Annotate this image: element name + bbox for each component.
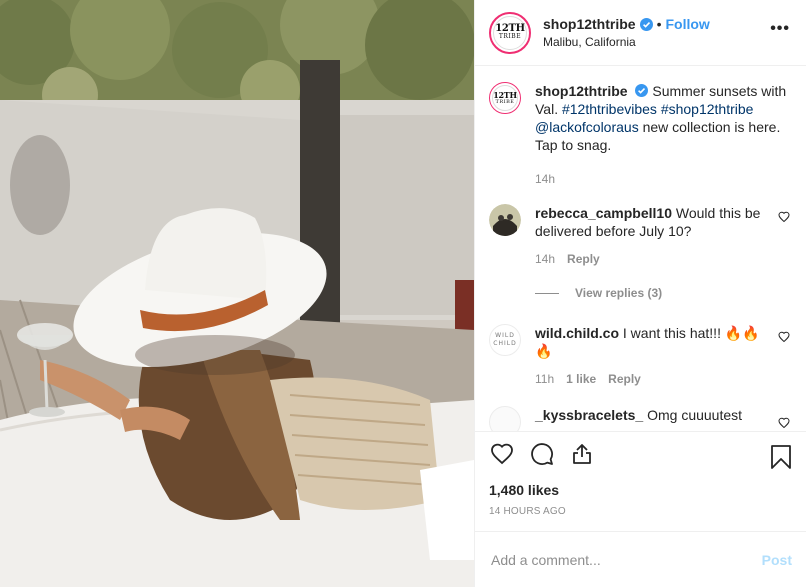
comments-section[interactable]: 12TH TRIBE shop12thtribe Summer sunsets … xyxy=(475,66,806,431)
post-header: 12TH TRIBE shop12thtribe • Follow Malibu… xyxy=(475,0,806,66)
commenter-avatar[interactable] xyxy=(489,204,521,236)
view-replies-line xyxy=(535,292,559,294)
header-text: shop12thtribe • Follow Malibu, Californi… xyxy=(543,16,710,49)
post-photo-illustration xyxy=(0,0,474,587)
view-replies-button[interactable]: View replies (3) xyxy=(535,286,790,300)
commenter-avatar[interactable] xyxy=(489,406,521,431)
caption-avatar-line1: 12TH xyxy=(493,89,517,100)
comment-item: WILD CHILD wild.child.co I want this hat… xyxy=(489,324,790,388)
caption-meta: 14h xyxy=(535,170,790,188)
more-options-icon[interactable]: ••• xyxy=(770,21,790,37)
hashtag-link-1[interactable]: #12thtribevibes xyxy=(562,101,657,117)
caption-text: shop12thtribe Summer sunsets with Val. #… xyxy=(535,82,790,154)
caption-avatar[interactable]: 12TH TRIBE xyxy=(489,82,521,114)
post-photo[interactable] xyxy=(0,0,474,587)
comment-icon[interactable] xyxy=(529,441,555,467)
comment-text: wild.child.co I want this hat!!! 🔥🔥🔥 xyxy=(535,324,772,360)
comment-text: _kyssbracelets_ Omg cuuuutest xyxy=(535,406,772,424)
comment-body: wild.child.co I want this hat!!! 🔥🔥🔥 11h… xyxy=(535,324,790,388)
caption-username[interactable]: shop12thtribe xyxy=(535,83,628,99)
comment-meta: 11h 1 like Reply xyxy=(535,370,772,388)
comment-body: rebecca_campbell10 Would this be deliver… xyxy=(535,204,790,268)
comment-username[interactable]: _kyssbracelets_ xyxy=(535,407,643,423)
comment-username[interactable]: rebecca_campbell10 xyxy=(535,205,672,221)
caption: 12TH TRIBE shop12thtribe Summer sunsets … xyxy=(489,82,790,188)
author-username[interactable]: shop12thtribe xyxy=(543,16,636,32)
verified-icon xyxy=(639,17,653,31)
comment-item: _kyssbracelets_ Omg cuuuutest xyxy=(489,406,790,431)
share-icon[interactable] xyxy=(569,441,595,467)
comment-like-heart-icon[interactable] xyxy=(778,330,790,343)
add-comment-bar: Post xyxy=(475,531,806,587)
author-avatar[interactable]: 12TH TRIBE xyxy=(489,11,531,54)
comment-time[interactable]: 11h xyxy=(535,370,554,388)
post-timestamp[interactable]: 14 HOURS AGO xyxy=(489,506,792,517)
comment-body: _kyssbracelets_ Omg cuuuutest xyxy=(535,406,790,431)
post-comment-button[interactable]: Post xyxy=(762,552,792,568)
commenter-avatar-line1: WILD xyxy=(495,332,515,339)
author-avatar-image: 12TH TRIBE xyxy=(493,15,527,50)
hashtag-link-2[interactable]: #shop12thtribe xyxy=(661,101,754,117)
comment-like-heart-icon[interactable] xyxy=(778,416,790,429)
view-replies-label: View replies (3) xyxy=(575,286,663,300)
avatar-logo-line2: TRIBE xyxy=(498,32,522,40)
comment-item: rebecca_campbell10 Would this be deliver… xyxy=(489,204,790,268)
caption-avatar-line2: TRIBE xyxy=(495,98,515,105)
mention-link[interactable]: @lackofcoloraus xyxy=(535,119,639,135)
header-row: shop12thtribe • Follow xyxy=(543,16,710,32)
comment-username[interactable]: wild.child.co xyxy=(535,325,619,341)
post-actions: 1,480 likes 14 HOURS AGO xyxy=(475,431,806,517)
action-icons xyxy=(489,434,792,474)
instagram-post: 12TH TRIBE shop12thtribe • Follow Malibu… xyxy=(0,0,806,587)
post-side-panel: 12TH TRIBE shop12thtribe • Follow Malibu… xyxy=(474,0,806,587)
comment-likes-count[interactable]: 1 like xyxy=(566,370,596,388)
post-location[interactable]: Malibu, California xyxy=(543,35,710,49)
header-separator: • xyxy=(656,16,662,32)
caption-verified-icon xyxy=(635,84,649,97)
comment-text: rebecca_campbell10 Would this be deliver… xyxy=(535,204,772,240)
heart-icon[interactable] xyxy=(489,441,515,467)
follow-button[interactable]: Follow xyxy=(665,16,709,32)
commenter-avatar-line2: CHILD xyxy=(493,340,517,347)
bookmark-icon[interactable] xyxy=(770,444,794,470)
comment-meta: 14h Reply xyxy=(535,250,772,268)
add-comment-input[interactable] xyxy=(491,551,762,568)
likes-count[interactable]: 1,480 likes xyxy=(489,482,792,498)
reply-button[interactable]: Reply xyxy=(608,370,641,388)
avatar-logo-line1: 12TH xyxy=(495,22,525,34)
caption-avatar-image: 12TH TRIBE xyxy=(492,85,518,111)
caption-time[interactable]: 14h xyxy=(535,170,555,188)
comment-like-heart-icon[interactable] xyxy=(778,210,790,223)
caption-body: shop12thtribe Summer sunsets with Val. #… xyxy=(535,82,790,188)
comment-time[interactable]: 14h xyxy=(535,250,555,268)
reply-button[interactable]: Reply xyxy=(567,250,600,268)
commenter-avatar[interactable]: WILD CHILD xyxy=(489,324,521,356)
comment-content: Omg cuuuutest xyxy=(647,407,743,423)
